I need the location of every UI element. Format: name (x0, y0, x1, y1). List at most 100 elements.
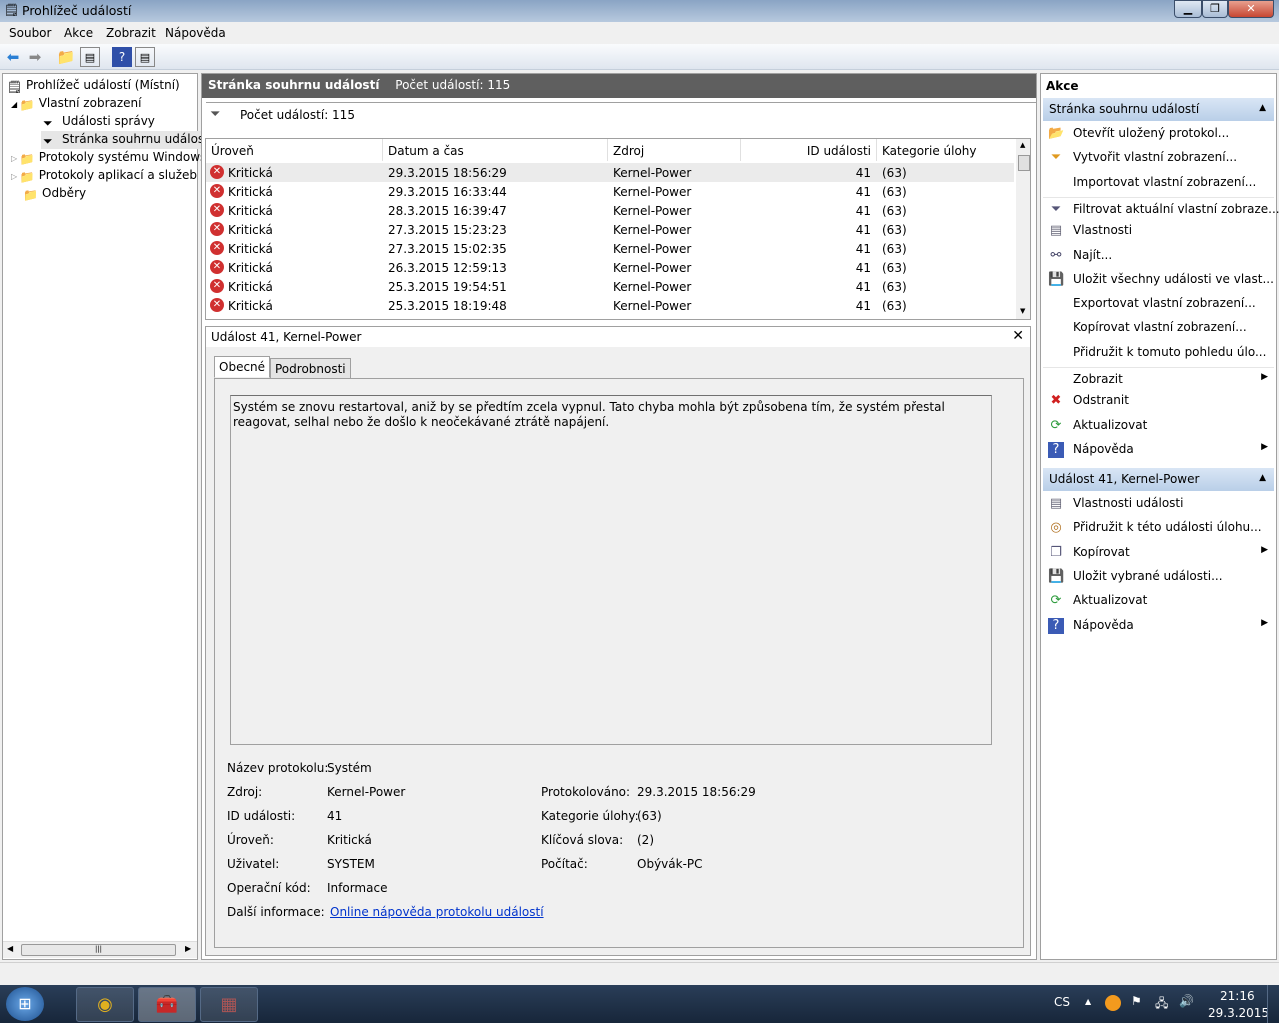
action-item[interactable]: ⟳ Aktualizovat (1043, 589, 1274, 614)
maximize-button[interactable]: ❐ (1202, 0, 1228, 18)
volume-icon[interactable]: 🔊 (1179, 994, 1194, 1008)
up-folder-icon[interactable]: 📁 (56, 47, 76, 67)
table-row[interactable]: ✕ Kritická 25.3.2015 19:54:51 Kernel-Pow… (206, 277, 1014, 296)
network-icon[interactable]: 🖧 (1155, 994, 1168, 1015)
prop-value[interactable]: Kernel-Power (327, 785, 405, 799)
prop-value[interactable]: Obývák-PC (637, 857, 703, 871)
start-button[interactable]: ⊞ (6, 987, 44, 1021)
show-desktop-button[interactable] (1267, 985, 1279, 1023)
action-item[interactable]: Importovat vlastní zobrazení... (1043, 171, 1274, 195)
action-item[interactable]: 💾 Uložit vybrané události... (1043, 565, 1274, 589)
action-item[interactable]: 📂 Otevřít uložený protokol... (1043, 122, 1274, 146)
action-item[interactable]: ? Nápověda ▶ (1043, 614, 1274, 638)
show-hide-actions-icon[interactable]: ▤ (135, 47, 155, 67)
prop-value[interactable]: 41 (327, 809, 342, 823)
action-item[interactable]: Zobrazit ▶ (1043, 367, 1274, 391)
tree-item-subscriptions[interactable]: 📁 Odběry (23, 186, 86, 202)
prop-value[interactable]: Kritická (327, 833, 372, 847)
taskbar-winrar[interactable]: ▦ (200, 987, 258, 1022)
action-item[interactable]: 💾 Uložit všechny události ve vlast... (1043, 268, 1274, 292)
expanded-arrow-icon[interactable]: ◢ (11, 100, 20, 109)
tree-item-windows-logs[interactable]: ▷ 📁 Protokoly systému Windows (11, 150, 206, 166)
show-hidden-icons[interactable]: ▲ (1085, 997, 1091, 1006)
action-item[interactable]: ⏷ Vytvořit vlastní zobrazení... (1043, 146, 1274, 171)
prop-value[interactable]: Systém (327, 761, 372, 775)
action-item[interactable]: ✖ Odstranit (1043, 389, 1274, 414)
collapsed-arrow-icon[interactable]: ▷ (11, 154, 20, 163)
folder-icon: 📁 (19, 152, 35, 166)
avast-icon[interactable] (1105, 995, 1121, 1011)
section-event-41[interactable]: Událost 41, Kernel-Power ▲ (1043, 468, 1274, 491)
close-button[interactable]: ✕ (1228, 0, 1274, 18)
prop-value[interactable]: SYSTEM (327, 857, 375, 871)
tree-item-admin-events[interactable]: ⏷ Události správy (43, 114, 155, 130)
clock-date[interactable]: 29.3.2015 (1208, 1006, 1269, 1020)
help-icon[interactable]: ? (112, 47, 132, 67)
menu-napoveda[interactable]: Nápověda (165, 26, 226, 40)
prop-value[interactable]: 29.3.2015 18:56:29 (637, 785, 756, 799)
vertical-scrollbar[interactable]: ▲ ▼ (1016, 139, 1030, 319)
action-item[interactable]: Exportovat vlastní zobrazení... (1043, 292, 1274, 317)
pane-event-count: Počet událostí: 115 (395, 78, 511, 92)
column-header-event-id[interactable]: ID události (741, 139, 877, 161)
tree-item-summary-page[interactable]: ⏷ Stránka souhrnu událostí (41, 131, 215, 149)
action-item[interactable]: ⏷ Filtrovat aktuální vlastní zobraze... (1043, 196, 1279, 221)
table-row[interactable]: ✕ Kritická 28.3.2015 16:39:47 Kernel-Pow… (206, 201, 1014, 220)
action-item[interactable]: ▤ Vlastnosti události (1043, 492, 1274, 516)
tree-item-app-logs[interactable]: ▷ 📁 Protokoly aplikací a služeb (11, 168, 197, 184)
tab-details[interactable]: Podrobnosti (270, 358, 351, 379)
table-row[interactable]: ✕ Kritická 25.3.2015 18:19:48 Kernel-Pow… (206, 296, 1014, 315)
prop-value[interactable]: (63) (637, 809, 662, 823)
minimize-button[interactable]: ▁ (1174, 0, 1202, 18)
table-row[interactable]: ✕ Kritická 27.3.2015 15:02:35 Kernel-Pow… (206, 239, 1014, 258)
close-detail-icon[interactable]: ✕ (1012, 328, 1024, 344)
tree-item-root[interactable]: 🗒 Prohlížeč událostí (Místní) (7, 78, 180, 94)
collapsed-arrow-icon[interactable]: ▷ (11, 172, 20, 181)
section-summary-page[interactable]: Stránka souhrnu událostí ▲ (1043, 98, 1274, 121)
toolbox-icon: 🧰 (155, 994, 179, 1015)
table-row[interactable]: ✕ Kritická 27.3.2015 15:23:23 Kernel-Pow… (206, 220, 1014, 239)
action-item[interactable]: ◎ Přidružit k této události úlohu... (1043, 516, 1274, 541)
column-header-datetime[interactable]: Datum a čas (383, 139, 608, 161)
prop-value[interactable]: Informace (327, 881, 387, 895)
back-icon[interactable]: ⬅ (3, 47, 23, 67)
action-item[interactable]: Přidružit k tomuto pohledu úlo... (1043, 341, 1274, 365)
event-description[interactable]: Systém se znovu restartoval, aniž by se … (230, 395, 992, 745)
menu-zobrazit[interactable]: Zobrazit (106, 26, 156, 40)
action-item[interactable]: ? Nápověda ▶ (1043, 438, 1274, 462)
clock-time[interactable]: 21:16 (1220, 989, 1255, 1003)
tab-general[interactable]: Obecné (214, 356, 271, 378)
menu-akce[interactable]: Akce (64, 26, 93, 40)
scroll-thumb[interactable]: ||| (21, 944, 176, 956)
action-item[interactable]: ▤ Vlastnosti (1043, 219, 1274, 244)
cell-source: Kernel-Power (613, 185, 692, 199)
critical-icon: ✕ (210, 279, 224, 293)
collapse-icon[interactable]: ▲ (1259, 103, 1266, 113)
action-item[interactable]: Kopírovat vlastní zobrazení... (1043, 316, 1274, 341)
column-header-task-category[interactable]: Kategorie úlohy (877, 139, 1017, 161)
window-title: Prohlížeč událostí (22, 3, 132, 18)
prop-value[interactable]: (2) (637, 833, 654, 847)
collapse-icon[interactable]: ▲ (1259, 473, 1266, 483)
column-header-level[interactable]: Úroveň (206, 139, 383, 161)
action-item[interactable]: ❐ Kopírovat ▶ (1043, 541, 1274, 565)
language-indicator[interactable]: CS (1054, 995, 1070, 1009)
action-center-flag-icon[interactable]: ⚑ (1131, 994, 1142, 1008)
taskbar-event-viewer[interactable]: 🧰 (138, 987, 196, 1022)
tree-item-custom-views[interactable]: ◢ 📁 Vlastní zobrazení (11, 96, 141, 112)
taskbar-chrome[interactable]: ◉ (76, 987, 134, 1022)
action-item[interactable]: ⟳ Aktualizovat (1043, 414, 1274, 438)
online-help-link[interactable]: Online nápověda protokolu událostí (330, 905, 544, 919)
table-row[interactable]: ✕ Kritická 29.3.2015 16:33:44 Kernel-Pow… (206, 182, 1014, 201)
action-item[interactable]: ⚯ Najít... (1043, 244, 1274, 268)
folder-icon: 📁 (19, 98, 35, 112)
scroll-thumb[interactable] (1018, 155, 1030, 171)
menu-soubor[interactable]: Soubor (9, 26, 51, 40)
task-icon: ◎ (1050, 520, 1062, 536)
horizontal-scrollbar[interactable]: ◀ ||| ▶ (3, 941, 197, 958)
table-row[interactable]: ✕ Kritická 26.3.2015 12:59:13 Kernel-Pow… (206, 258, 1014, 277)
show-hide-tree-icon[interactable]: ▤ (80, 47, 100, 67)
forward-icon[interactable]: ➡ (25, 47, 45, 67)
column-header-source[interactable]: Zdroj (608, 139, 741, 161)
table-row[interactable]: ✕ Kritická 29.3.2015 18:56:29 Kernel-Pow… (206, 163, 1014, 182)
